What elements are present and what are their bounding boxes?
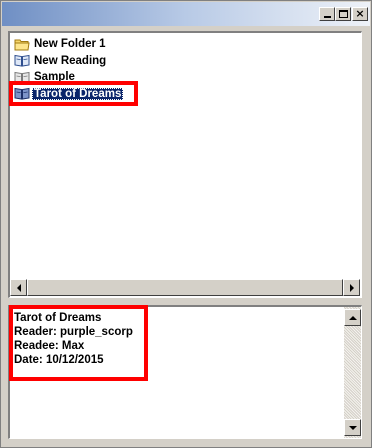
scroll-up-button[interactable] bbox=[344, 309, 361, 326]
details-title: Tarot of Dreams bbox=[14, 312, 102, 324]
book-icon bbox=[14, 71, 30, 84]
scroll-thumb[interactable] bbox=[27, 279, 343, 296]
tree-item-sample[interactable]: Sample bbox=[14, 69, 123, 85]
book-icon bbox=[14, 54, 30, 67]
arrow-up-icon bbox=[348, 315, 357, 320]
tree-item-label: New Folder 1 bbox=[34, 38, 106, 50]
close-button[interactable]: × bbox=[352, 7, 368, 21]
details-readee: Readee: Max bbox=[14, 340, 85, 352]
tree-item-label: Tarot of Dreams bbox=[32, 87, 124, 100]
tree-item-label: New Reading bbox=[34, 54, 107, 67]
vertical-scrollbar[interactable] bbox=[344, 307, 361, 438]
tree-item-label: Sample bbox=[34, 71, 75, 83]
scroll-down-button[interactable] bbox=[344, 419, 361, 436]
maximize-button[interactable] bbox=[335, 7, 351, 21]
title-bar[interactable]: × bbox=[2, 2, 370, 26]
scroll-left-button[interactable] bbox=[10, 279, 27, 296]
reading-details: Tarot of Dreams Reader: purple_scorp Rea… bbox=[8, 305, 362, 439]
details-reader: Reader: purple_scorp bbox=[14, 326, 133, 338]
maximize-icon bbox=[338, 10, 348, 18]
arrow-right-icon bbox=[349, 283, 354, 292]
folder-icon bbox=[14, 39, 30, 50]
scroll-right-button[interactable] bbox=[343, 279, 360, 296]
tree-list: New Folder 1 New Reading Sample Tarot of… bbox=[14, 36, 124, 102]
minimize-icon bbox=[323, 16, 331, 18]
close-icon: × bbox=[355, 7, 365, 20]
arrow-left-icon bbox=[16, 283, 21, 292]
tree-item-tarot-of-dreams[interactable]: Tarot of Dreams bbox=[14, 86, 124, 102]
details-text: Tarot of Dreams Reader: purple_scorp Rea… bbox=[14, 311, 133, 367]
horizontal-scrollbar[interactable] bbox=[10, 279, 360, 296]
tree-item-new-folder-1[interactable]: New Folder 1 bbox=[14, 36, 123, 52]
tree-item-new-reading[interactable]: New Reading bbox=[14, 53, 123, 69]
minimize-button[interactable] bbox=[319, 7, 335, 21]
application-window: × New Folder 1 New Reading Sample Tarot … bbox=[0, 0, 372, 448]
arrow-down-icon bbox=[348, 425, 357, 430]
readings-tree[interactable]: New Folder 1 New Reading Sample Tarot of… bbox=[8, 31, 362, 298]
book-icon bbox=[14, 87, 30, 100]
details-date: Date: 10/12/2015 bbox=[14, 354, 104, 366]
